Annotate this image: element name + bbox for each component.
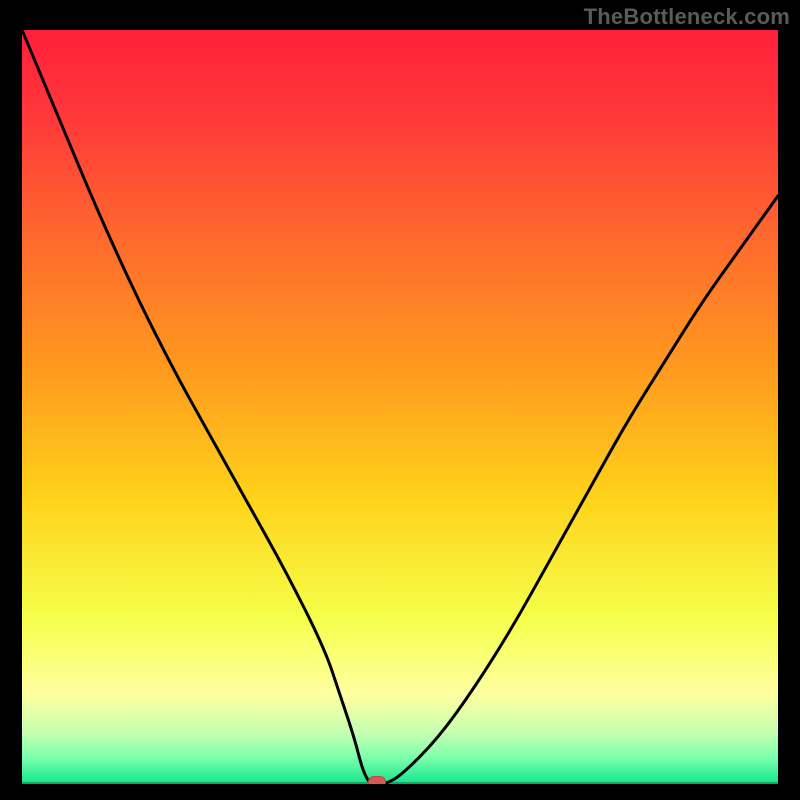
plot-area	[22, 30, 778, 784]
watermark-text: TheBottleneck.com	[584, 4, 790, 30]
background-rect	[22, 30, 778, 784]
optimal-marker	[368, 776, 386, 784]
chart-frame: TheBottleneck.com	[0, 0, 800, 800]
chart-svg	[22, 30, 778, 784]
